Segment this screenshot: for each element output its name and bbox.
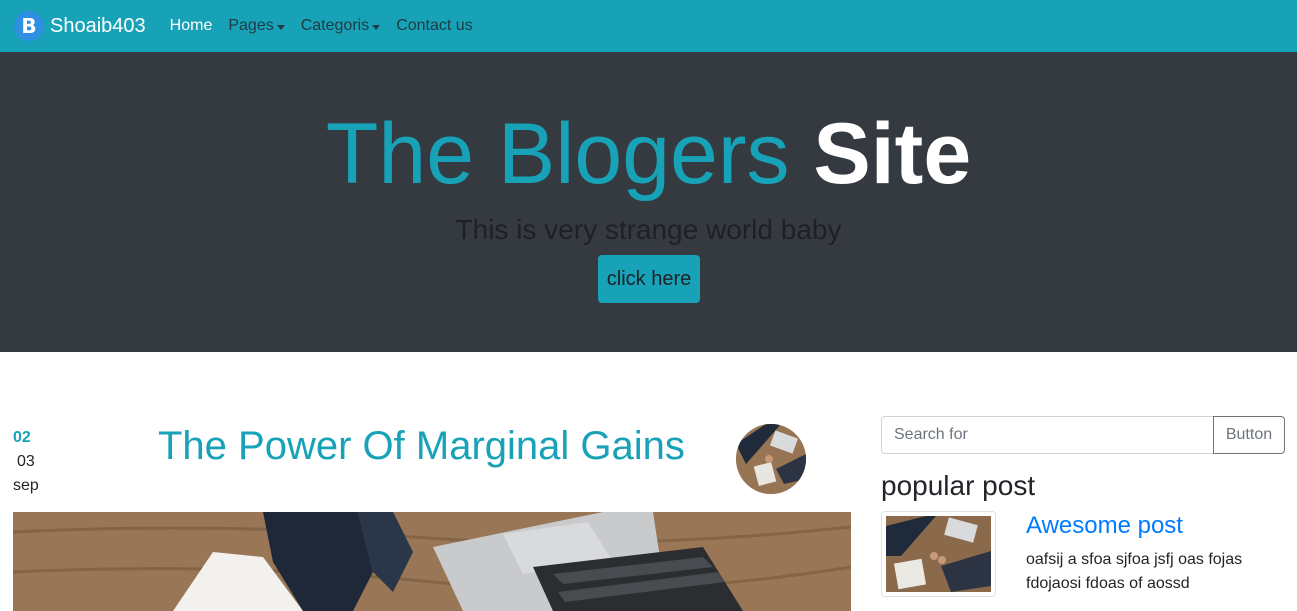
brand-logo-icon: B	[14, 11, 44, 41]
nav-pages-dropdown[interactable]: Pages	[228, 17, 285, 35]
popular-post-title[interactable]: Awesome post	[1026, 512, 1183, 540]
post-date-day: 02	[13, 429, 31, 446]
post-title[interactable]: The Power Of Marginal Gains	[158, 424, 685, 469]
nav-menu: Home Pages Categoris Contact us	[170, 17, 489, 35]
post-date-month-number: 03	[17, 453, 35, 470]
post-date-month: sep	[13, 477, 39, 494]
post-date: 02 03 sep	[13, 426, 39, 498]
search-input[interactable]	[881, 416, 1214, 454]
click-here-button[interactable]: click here	[598, 255, 700, 303]
nav-home[interactable]: Home	[170, 17, 213, 35]
nav-contact[interactable]: Contact us	[396, 17, 472, 35]
caret-down-icon	[372, 24, 381, 30]
hero-jumbotron: The Blogers Site This is very strange wo…	[0, 52, 1297, 352]
nav-categories-dropdown[interactable]: Categoris	[300, 17, 381, 35]
popular-post-heading: popular post	[881, 470, 1036, 501]
hero-title: The Blogers Site	[0, 106, 1297, 202]
hero-title-part1: The Blogers	[325, 106, 790, 202]
brand[interactable]: B Shoaib403	[14, 11, 146, 41]
hero-subtitle: This is very strange world baby	[455, 214, 842, 245]
nav-categories-label: Categoris	[300, 17, 370, 34]
author-avatar	[736, 424, 806, 494]
hero-title-part2: Site	[813, 106, 972, 202]
thumbnail-image	[886, 516, 991, 592]
caret-down-icon	[276, 24, 285, 30]
brand-name: Shoaib403	[50, 14, 146, 37]
popular-post-excerpt: oafsij a sfoa sjfoa jsfj oas fojas fdoja…	[1026, 551, 1243, 592]
search-button[interactable]: Button	[1213, 416, 1285, 454]
navbar: B Shoaib403 Home Pages Categoris Contact…	[0, 0, 1297, 52]
nav-pages-label: Pages	[228, 17, 274, 34]
post-featured-image	[13, 512, 851, 611]
popular-post-thumbnail[interactable]	[881, 511, 996, 597]
